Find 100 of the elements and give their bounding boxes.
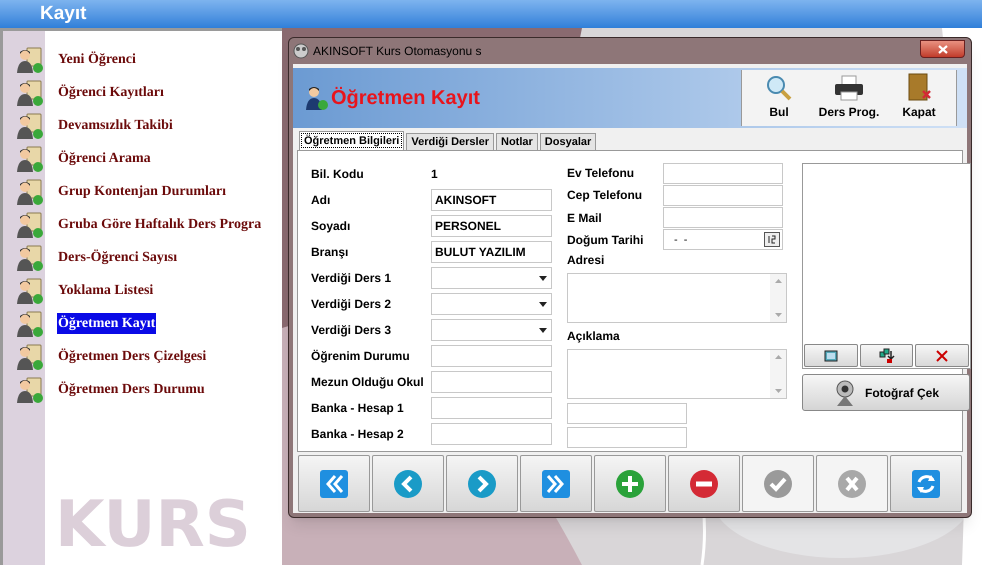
- menu-item[interactable]: Öğrenci Arama: [57, 148, 152, 169]
- load-image-icon: [878, 348, 894, 364]
- dropdown-arrow-icon: [539, 302, 547, 306]
- x-icon: [836, 468, 868, 500]
- person-icon: [15, 242, 45, 272]
- field-label: Cep Telefonu: [567, 187, 644, 204]
- dropdown-field[interactable]: [431, 293, 552, 315]
- close-icon: [938, 44, 948, 54]
- close-button[interactable]: [920, 40, 965, 58]
- scroll-down-icon[interactable]: [774, 389, 782, 393]
- tab[interactable]: Dosyalar: [540, 133, 596, 150]
- person-icon: [15, 342, 45, 372]
- code-value: 1: [431, 166, 438, 183]
- dialog-title: AKINSOFT Kurs Otomasyonu s: [313, 43, 482, 60]
- field-label: E Mail: [567, 210, 603, 227]
- delete-icon: [935, 348, 950, 362]
- nav-button[interactable]: [594, 455, 666, 512]
- menu-item[interactable]: Grup Kontenjan Durumları: [57, 181, 228, 202]
- text-area[interactable]: [567, 273, 787, 323]
- field-label: Verdiği Ders 2: [311, 296, 392, 313]
- text-field[interactable]: [663, 162, 783, 184]
- refresh-icon: [910, 468, 942, 500]
- scroll-down-icon[interactable]: [774, 313, 782, 317]
- calendar-icon: [764, 232, 780, 248]
- dropdown-field[interactable]: [431, 267, 552, 289]
- magnifier-icon: [766, 75, 792, 101]
- checkmark-icon: [762, 468, 794, 500]
- field-label: Mezun Olduğu Okul: [311, 374, 425, 391]
- photo-button[interactable]: [860, 344, 914, 367]
- person-icon: [15, 78, 45, 108]
- dropdown-arrow-icon: [539, 276, 547, 280]
- dropdown-arrow-icon: [539, 328, 547, 332]
- take-photo-button[interactable]: Fotoğraf Çek: [802, 374, 970, 411]
- person-icon: [15, 144, 45, 174]
- menu-item[interactable]: Öğretmen Ders Durumu: [57, 379, 206, 400]
- menu-item[interactable]: Ders-Öğrenci Sayısı: [57, 247, 178, 268]
- tab[interactable]: Notlar: [496, 133, 538, 150]
- field-label: Ev Telefonu: [567, 165, 636, 182]
- toolbar-button[interactable]: Bul: [744, 72, 814, 124]
- field-label: Öğrenim Durumu: [311, 348, 411, 365]
- tab[interactable]: Öğretmen Bilgileri: [299, 131, 404, 150]
- nav-button[interactable]: [446, 455, 518, 512]
- dropdown-field[interactable]: [431, 319, 552, 341]
- door-icon: [906, 73, 932, 101]
- person-icon: [15, 308, 45, 338]
- scroll-up-icon[interactable]: [774, 279, 782, 283]
- text-field[interactable]: [431, 423, 552, 445]
- field-label: Verdiği Ders 1: [311, 270, 392, 287]
- field-label: Banka - Hesap 1: [311, 400, 405, 417]
- nav-button[interactable]: [668, 455, 740, 512]
- image-frame-icon: [824, 350, 838, 362]
- menu-item[interactable]: Öğretmen Kayıt: [57, 313, 156, 334]
- text-field[interactable]: [431, 371, 552, 393]
- person-icon: [15, 210, 45, 240]
- person-icon: [15, 374, 45, 404]
- menu-item[interactable]: Yoklama Listesi: [57, 280, 154, 301]
- person-icon: [15, 44, 45, 74]
- field-label: Bil. Kodu: [311, 166, 365, 183]
- text-field[interactable]: [567, 427, 687, 448]
- plus-icon: [614, 468, 646, 500]
- minus-icon: [688, 468, 720, 500]
- text-field[interactable]: [663, 184, 783, 206]
- field-label: Doğum Tarihi: [567, 232, 644, 249]
- app-icon: [293, 43, 309, 59]
- scrollbar[interactable]: [770, 274, 786, 322]
- field-label: Branşı: [311, 244, 350, 261]
- scrollbar[interactable]: [770, 350, 786, 398]
- field-label: Banka - Hesap 2: [311, 426, 405, 443]
- date-field[interactable]: - -: [663, 229, 783, 250]
- person-icon: [15, 110, 45, 140]
- tab[interactable]: Verdiği Dersler: [406, 133, 494, 150]
- person-icon: [15, 276, 45, 306]
- field-label: Adı: [311, 192, 332, 209]
- nav-button[interactable]: [890, 455, 962, 512]
- person-icon: [15, 176, 45, 206]
- photo-button[interactable]: [804, 344, 858, 367]
- dialog-heading: Öğretmen Kayıt: [331, 86, 480, 111]
- nav-button[interactable]: [372, 455, 444, 512]
- field-label: Adresi: [567, 253, 606, 267]
- text-area[interactable]: [567, 349, 787, 399]
- text-field[interactable]: [431, 345, 552, 367]
- text-field[interactable]: [663, 207, 783, 228]
- text-field[interactable]: PERSONEL: [431, 215, 552, 237]
- text-field[interactable]: [567, 403, 687, 424]
- menu-item[interactable]: Öğrenci Kayıtları: [57, 82, 165, 103]
- menu-item[interactable]: Yeni Öğrenci: [57, 49, 137, 70]
- header-title: Kayıt: [40, 2, 86, 26]
- scroll-up-icon[interactable]: [774, 355, 782, 359]
- nav-button[interactable]: [298, 455, 370, 512]
- menu-item[interactable]: Gruba Göre Haftalık Ders Progra: [57, 214, 262, 235]
- text-field[interactable]: BULUT YAZILIM: [431, 241, 552, 263]
- toolbar-button[interactable]: Kapat: [884, 72, 954, 124]
- toolbar-button[interactable]: Ders Prog.: [814, 72, 884, 124]
- field-label: Açıklama: [567, 329, 621, 343]
- text-field[interactable]: [431, 397, 552, 419]
- nav-button[interactable]: [520, 455, 592, 512]
- printer-icon: [833, 75, 865, 101]
- text-field[interactable]: AKINSOFT: [431, 189, 552, 211]
- menu-item[interactable]: Öğretmen Ders Çizelgesi: [57, 346, 208, 367]
- menu-item[interactable]: Devamsızlık Takibi: [57, 115, 174, 136]
